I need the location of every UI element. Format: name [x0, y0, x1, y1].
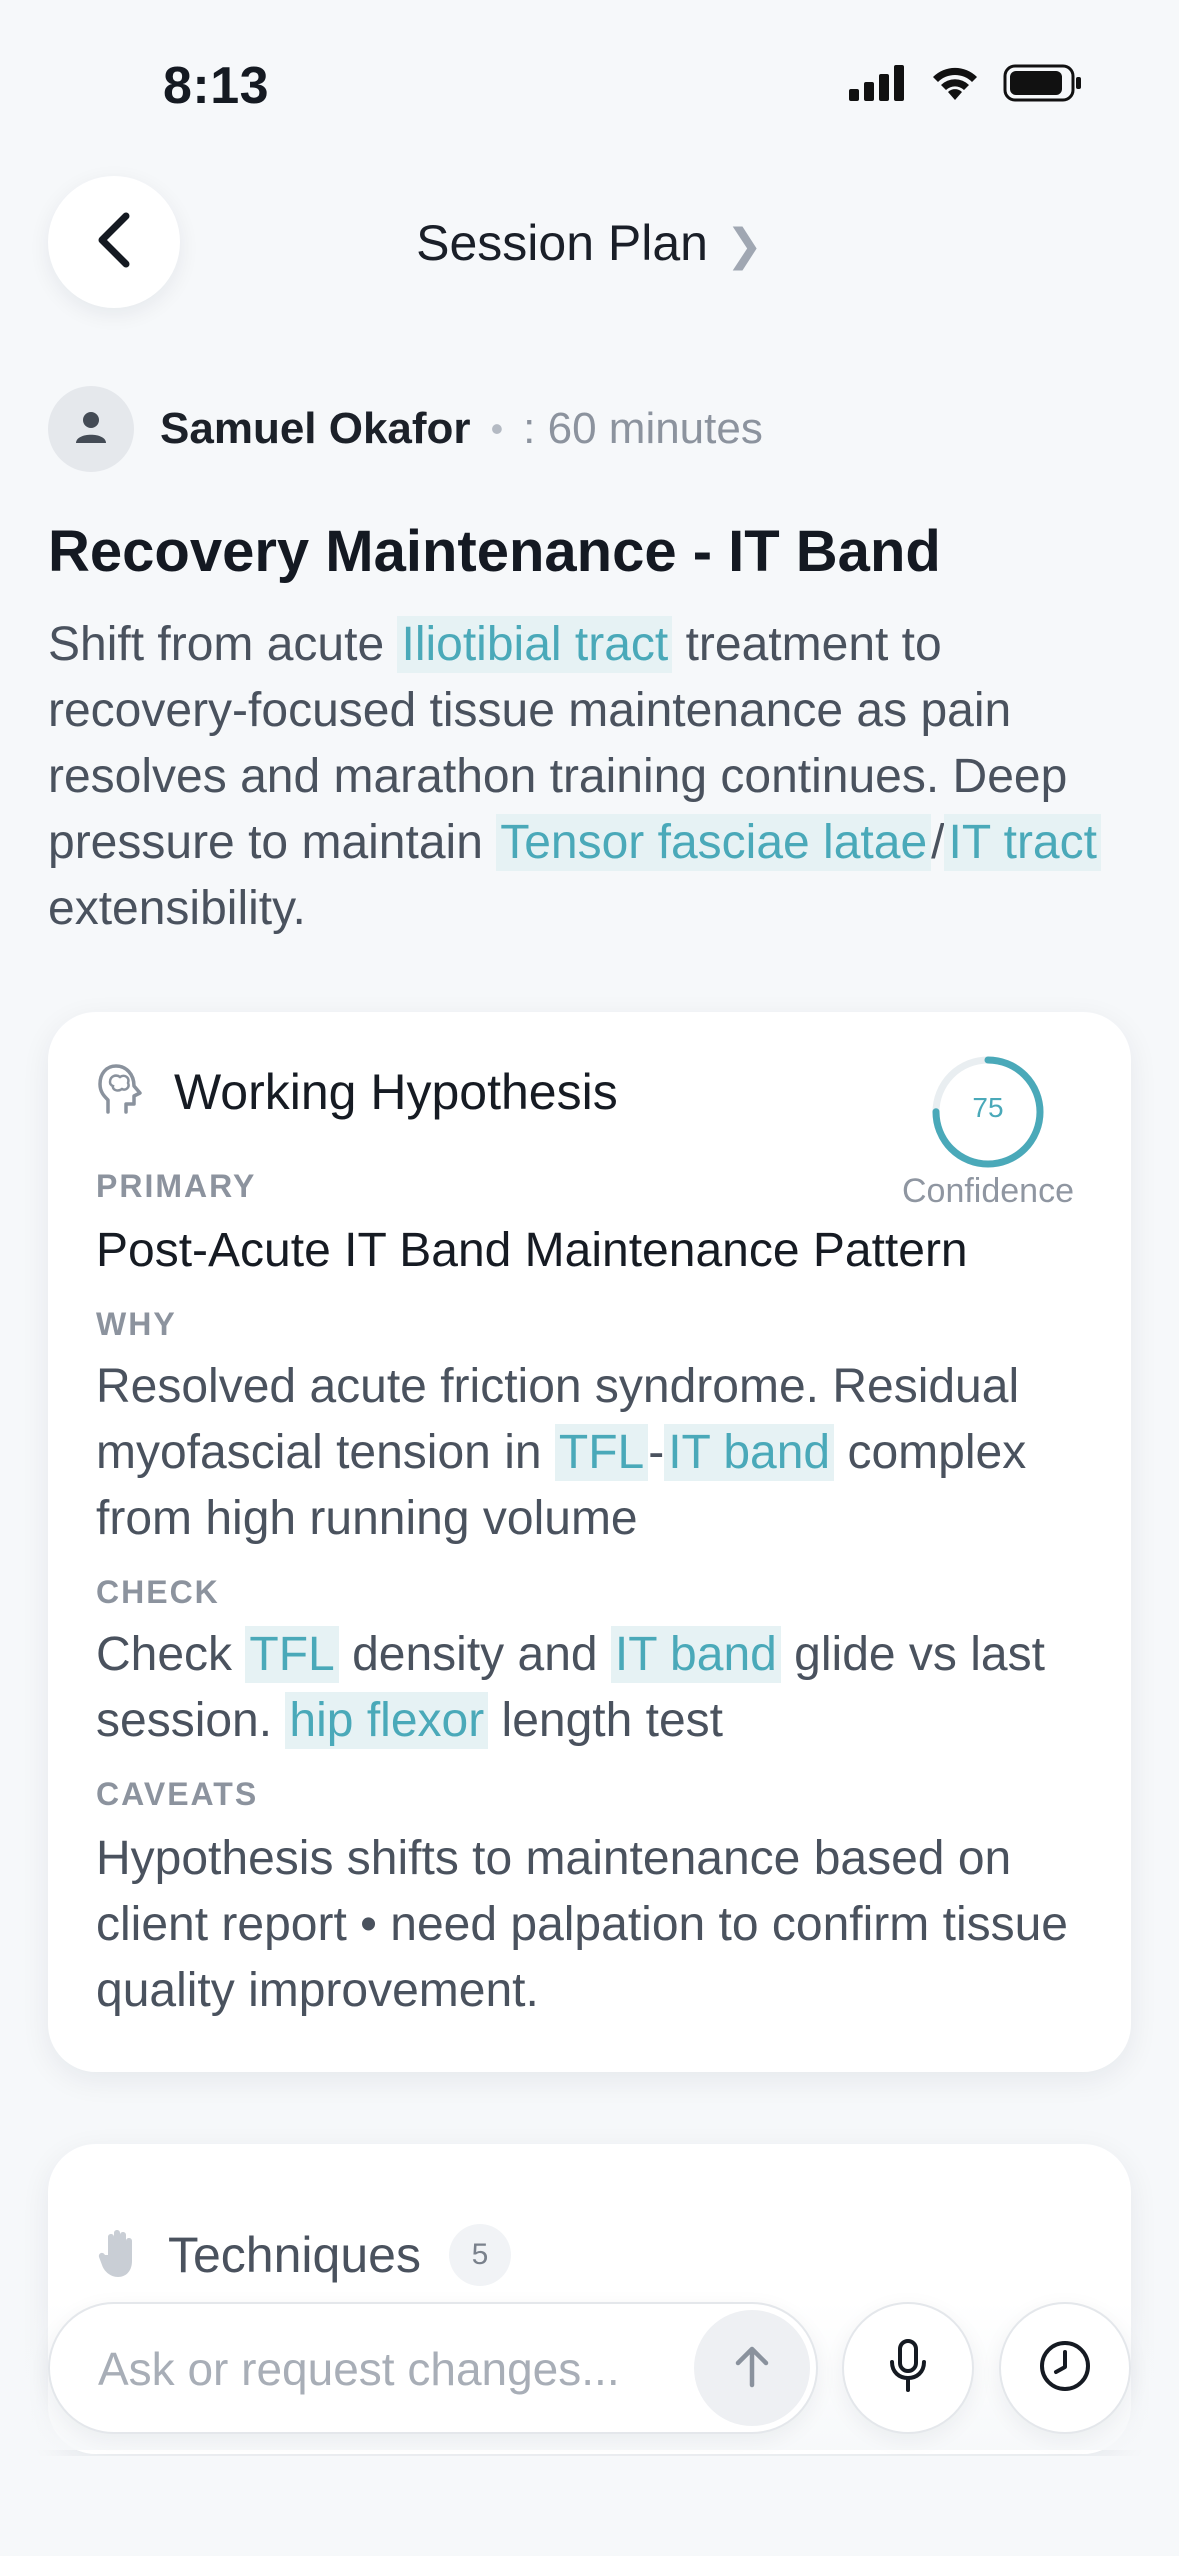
hand-icon: [96, 2227, 140, 2284]
check-text: Check TFL density and IT band glide vs l…: [96, 1622, 1096, 1754]
check-text-part: Check: [96, 1628, 246, 1681]
session-plan-title-button[interactable]: Session Plan ❯: [0, 214, 1179, 272]
status-time: 8:13: [163, 57, 270, 115]
hypothesis-header: Working Hypothesis: [96, 1062, 618, 1121]
status-icons: [849, 64, 1083, 107]
anatomy-term-link[interactable]: IT tract: [944, 814, 1101, 871]
techniques-count-badge: 5: [448, 2224, 511, 2286]
chevron-right-icon: ❯: [725, 221, 763, 270]
clock-icon: [1037, 2338, 1093, 2399]
anatomy-term-link[interactable]: Iliotibial tract: [397, 616, 673, 673]
history-button[interactable]: [999, 2302, 1131, 2434]
brain-head-icon: [96, 1062, 146, 1121]
client-row: Samuel Okafor • : 60 minutes: [48, 386, 763, 472]
why-text-part: -: [648, 1426, 665, 1479]
anatomy-term-link[interactable]: IT band: [610, 1626, 781, 1683]
why-label: WHY: [96, 1306, 177, 1342]
plan-title: Recovery Maintenance - IT Band: [48, 519, 941, 584]
confidence-indicator: 75 Confidence: [893, 1052, 1083, 1211]
separator-dot: •: [490, 408, 504, 449]
anatomy-term-link[interactable]: IT band: [664, 1424, 835, 1481]
person-icon: [74, 410, 108, 449]
plan-description-text: /: [931, 816, 945, 869]
arrow-up-icon: [732, 2343, 772, 2394]
techniques-header: Techniques 5: [96, 2224, 511, 2286]
caveats-text: Hypothesis shifts to maintenance based o…: [96, 1832, 1068, 2017]
wifi-icon: [929, 64, 981, 107]
composer: [48, 2302, 818, 2434]
anatomy-term-link[interactable]: TFL: [245, 1626, 339, 1683]
confidence-ring: 75: [928, 1052, 1048, 1172]
confidence-label: Confidence: [901, 1172, 1074, 1210]
client-name: Samuel Okafor: [160, 404, 471, 453]
battery-icon: [1003, 64, 1083, 107]
plan-description-text: Shift from acute: [48, 618, 398, 671]
anatomy-term-link[interactable]: TFL: [554, 1424, 649, 1481]
cellular-signal-icon: [849, 65, 907, 106]
primary-hypothesis: Post-Acute IT Band Maintenance Pattern: [96, 1224, 968, 1277]
techniques-title: Techniques: [168, 2227, 421, 2283]
anatomy-term-link[interactable]: hip flexor: [285, 1692, 489, 1749]
check-label: CHECK: [96, 1574, 220, 1610]
session-duration: : 60 minutes: [523, 404, 763, 453]
send-button[interactable]: [694, 2310, 810, 2426]
check-text-part: density and: [338, 1628, 611, 1681]
navigation-bar: Session Plan ❯: [0, 176, 1179, 310]
caveats-label: CAVEATS: [96, 1776, 259, 1812]
status-bar: 8:13: [0, 0, 1179, 170]
primary-label: PRIMARY: [96, 1168, 257, 1204]
page-title: Session Plan: [416, 215, 708, 271]
confidence-value: 75: [972, 1092, 1004, 1123]
why-text: Resolved acute friction syndrome. Residu…: [96, 1354, 1096, 1552]
microphone-button[interactable]: [842, 2302, 974, 2434]
microphone-icon: [886, 2338, 930, 2399]
ask-input[interactable]: [98, 2342, 698, 2396]
avatar[interactable]: [48, 386, 134, 472]
bottom-safe-area: [0, 2456, 1179, 2556]
hypothesis-title: Working Hypothesis: [174, 1063, 618, 1120]
plan-description: Shift from acute Iliotibial tract treatm…: [48, 612, 1138, 942]
anatomy-term-link[interactable]: Tensor fasciae latae: [496, 814, 932, 871]
working-hypothesis-card: Working Hypothesis 75 Confidence PRIMARY…: [48, 1012, 1131, 2072]
check-text-part: length test: [488, 1694, 724, 1747]
plan-description-text: extensibility.: [48, 882, 306, 935]
